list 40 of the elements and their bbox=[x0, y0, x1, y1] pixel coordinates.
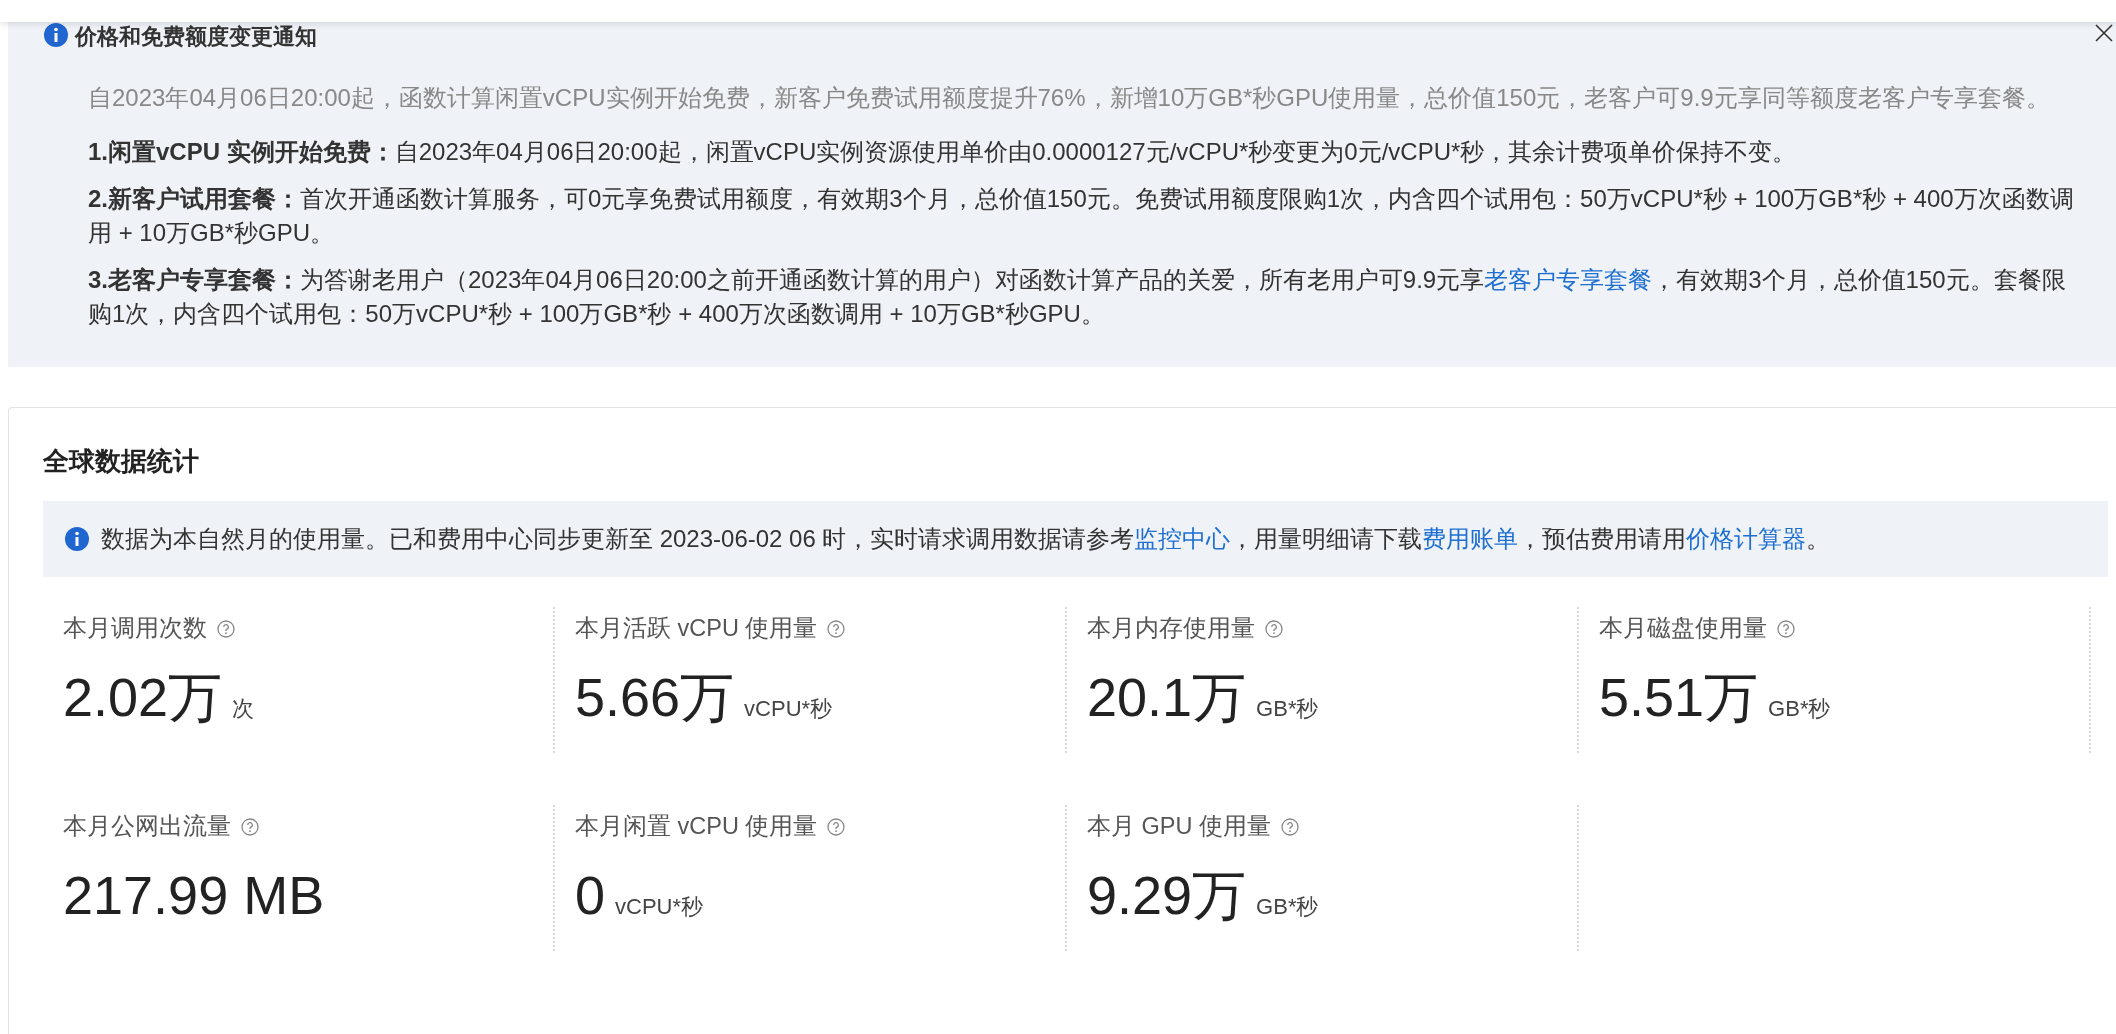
metric-value: 9.29万 bbox=[1087, 866, 1247, 926]
text-link[interactable]: 价格计算器 bbox=[1686, 525, 1807, 552]
metric-unit: GB*秒 bbox=[1768, 695, 1831, 724]
metric-value: 0 bbox=[575, 866, 606, 926]
info-icon bbox=[65, 527, 89, 551]
text-link[interactable]: 监控中心 bbox=[1134, 525, 1231, 552]
section-title: 全球数据统计 bbox=[43, 445, 200, 478]
notice-paragraph: 2.新客户试用套餐：首次开通函数计算服务，可0元享免费试用额度，有效期3个月，总价值150元。免费试用额度限购1次，内含四个试用包：50万vCPU*秒 + 100万GB*秒 + 400万次函数调用 + 10万GB*秒GPU。 bbox=[88, 184, 2075, 248]
help-icon bbox=[827, 817, 846, 836]
info-text: 数据为本自然月的使用量。已和费用中心同步更新至 2023-06-02 06 时，实时请求调用数据请参考监控中心，用量明细请下载费用账单，预估费用请用价格计算器。 bbox=[101, 524, 1831, 554]
notice-intro: 自2023年04月06日20:00起，函数计算闲置vCPU实例开始免费，新客户免费试用额度提升76%，新增10万GB*秒GPU使用量，总价值150元，老客户可9.9元享同等额度老客户专享套餐。 bbox=[88, 83, 2051, 113]
metric-value: 217.99 MB bbox=[63, 866, 325, 926]
metric-value: 5.66万 bbox=[575, 668, 735, 728]
text-link[interactable]: 费用账单 bbox=[1422, 525, 1519, 552]
metric-unit: GB*秒 bbox=[1256, 893, 1319, 922]
help-icon bbox=[1777, 619, 1795, 638]
metric-label: 本月闲置 vCPU 使用量 bbox=[575, 812, 818, 841]
metric-unit: vCPU*秒 bbox=[744, 695, 833, 724]
notice-paragraph: 1.闲置vCPU 实例开始免费：自2023年04月06日20:00起，闲置vCPU实例资源使用单价由0.0000127元/vCPU*秒变更为0元/vCPU*秒，其余计费项单价保持不变。 bbox=[88, 136, 1798, 167]
metric-label: 本月内存使用量 bbox=[1087, 614, 1255, 643]
metric-unit: 次 bbox=[232, 695, 255, 724]
metric-label: 本月磁盘使用量 bbox=[1599, 614, 1767, 643]
help-icon bbox=[217, 619, 235, 638]
text-link[interactable]: 老客户专享套餐 bbox=[1484, 266, 1653, 294]
metric-label: 本月 GPU 使用量 bbox=[1087, 812, 1271, 841]
metric-unit: GB*秒 bbox=[1256, 695, 1319, 724]
notice-title: 价格和免费额度变更通知 bbox=[75, 23, 317, 51]
help-icon bbox=[1281, 817, 1299, 836]
metric-label: 本月活跃 vCPU 使用量 bbox=[575, 614, 818, 643]
metric-label: 本月调用次数 bbox=[63, 614, 207, 643]
info-icon bbox=[44, 22, 68, 47]
metric-label: 本月公网出流量 bbox=[63, 812, 231, 841]
help-icon bbox=[827, 619, 846, 638]
metric-value: 20.1万 bbox=[1087, 668, 1247, 728]
metric-value: 5.51万 bbox=[1599, 668, 1759, 728]
metric-value: 2.02万 bbox=[63, 668, 223, 728]
help-icon bbox=[241, 817, 259, 836]
notice-paragraph: 3.老客户专享套餐：为答谢老用户（2023年04月06日20:00之前开通函数计算的用户）对函数计算产品的关爱，所有老用户可9.9元享老客户专享套餐，有效期3个月，总价值150元。套餐限购1次，内含四个试用包：50万vCPU*秒 + 100万GB*秒 + 400万次函数调用 + 10万GB*秒GPU。 bbox=[88, 265, 2067, 329]
metric-unit: vCPU*秒 bbox=[615, 893, 704, 922]
help-icon bbox=[1265, 619, 1283, 638]
